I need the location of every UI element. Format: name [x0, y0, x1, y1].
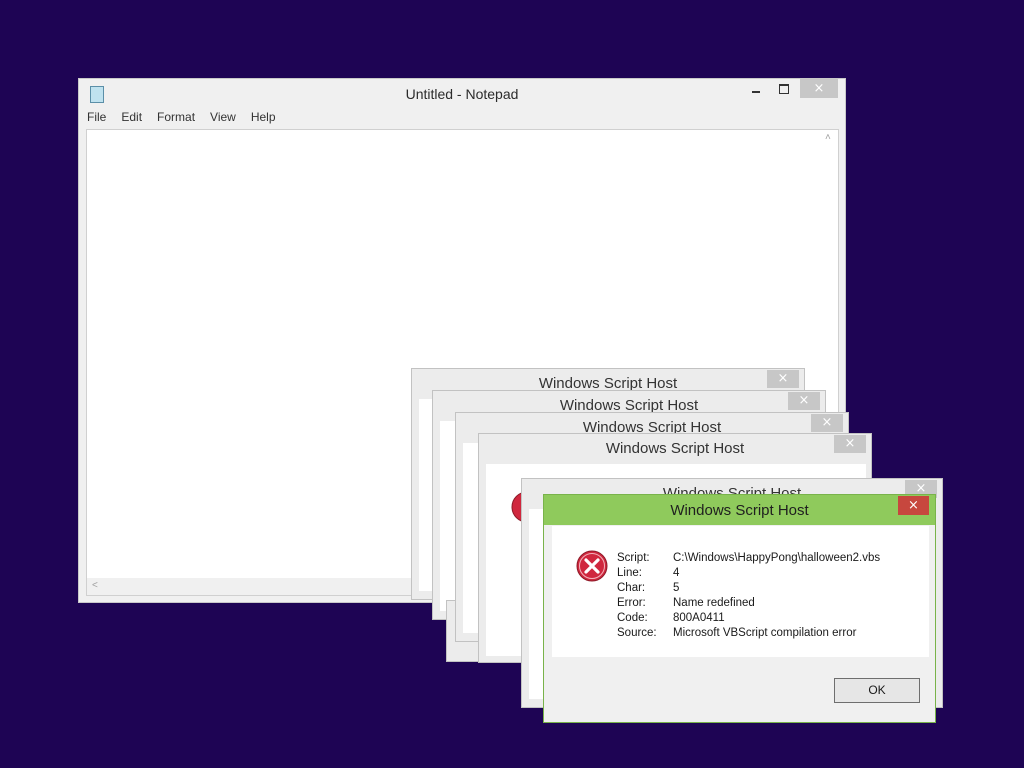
- value-code: 800A0411: [673, 612, 725, 624]
- minimize-button[interactable]: [743, 79, 769, 99]
- dialog-close-button[interactable]: ×: [834, 435, 866, 453]
- dialog-close-button[interactable]: ×: [788, 392, 820, 410]
- ok-button[interactable]: OK: [834, 678, 920, 703]
- menu-view[interactable]: View: [210, 110, 236, 128]
- value-source: Microsoft VBScript compilation error: [673, 627, 857, 639]
- wsh-error-dialog: Windows Script Host × Script: Line: Char…: [543, 494, 936, 723]
- label-error: Error:: [617, 597, 646, 609]
- dialog-title: Windows Script Host: [605, 440, 745, 457]
- maximize-button[interactable]: [771, 79, 797, 99]
- notepad-close-button[interactable]: ×: [800, 79, 838, 98]
- error-icon: [576, 550, 608, 582]
- menu-format[interactable]: Format: [157, 110, 195, 128]
- notepad-title: Untitled - Notepad: [405, 86, 519, 102]
- menu-file[interactable]: File: [87, 110, 106, 128]
- label-script: Script:: [617, 552, 650, 564]
- notepad-menubar: File Edit Format View Help: [85, 110, 289, 128]
- notepad-titlebar[interactable]: Untitled - Notepad ×: [79, 79, 845, 107]
- error-field-labels: Script: Line: Char: Error: Code: Source:: [617, 551, 657, 641]
- value-script: C:\Windows\HappyPong\halloween2.vbs: [673, 552, 881, 564]
- dialog-footer: OK: [552, 657, 929, 715]
- menu-edit[interactable]: Edit: [121, 110, 142, 128]
- error-field-values: C:\Windows\HappyPong\halloween2.vbs 4 5 …: [673, 551, 880, 641]
- value-char: 5: [673, 582, 680, 594]
- dialog-close-button[interactable]: ×: [811, 414, 843, 432]
- value-line: 4: [673, 567, 680, 579]
- value-error: Name redefined: [673, 597, 755, 609]
- label-char: Char:: [617, 582, 646, 594]
- dialog-close-button[interactable]: ×: [767, 370, 799, 388]
- dialog-body: Script: Line: Char: Error: Code: Source:…: [552, 526, 929, 657]
- label-line: Line:: [617, 567, 642, 579]
- menu-help[interactable]: Help: [251, 110, 276, 128]
- label-code: Code:: [617, 612, 648, 624]
- label-source: Source:: [617, 627, 657, 639]
- dialog-title: Windows Script Host: [670, 502, 809, 519]
- scroll-up-icon[interactable]: ˄: [825, 132, 831, 143]
- scroll-left-icon[interactable]: ˂: [92, 580, 98, 591]
- dialog-close-button[interactable]: ×: [898, 496, 929, 515]
- dialog-titlebar[interactable]: Windows Script Host ×: [544, 495, 935, 525]
